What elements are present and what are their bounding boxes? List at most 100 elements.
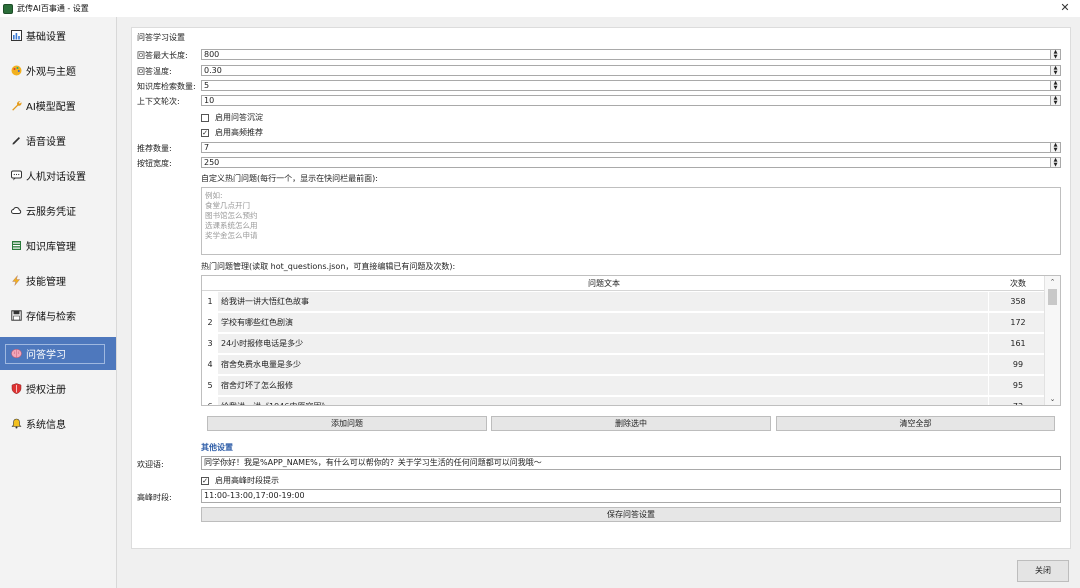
table-row[interactable]: 4 宿舍免费水电量是多少 99 [202,355,1044,375]
count-cell[interactable]: 358 [992,292,1044,312]
kb-count-spinbox[interactable]: 5 ▲ ▼ [201,80,1061,91]
sidebar-item-appearance[interactable]: 外观与主题 [0,54,116,87]
count-cell[interactable]: 161 [992,334,1044,354]
checkbox-box[interactable]: ✓ [201,128,209,137]
hot-manage-label: 热门问题管理(读取 hot_questions.json，可直接编辑已有问题及次… [201,262,456,271]
wrench-icon [10,100,22,112]
window-close-icon[interactable]: ✕ [1058,1,1072,15]
recommend-checkbox[interactable]: ✓ 启用高频推荐 [201,127,263,138]
spin-arrows-icon[interactable]: ▲ ▼ [1050,81,1060,90]
precipitate-checkbox[interactable]: 启用问答沉淀 [201,112,263,123]
app-logo-icon [3,3,13,14]
max-length-label: 回答最大长度: [137,51,188,60]
custom-hot-placeholder: 例如: 食堂几点开门 图书馆怎么预约 选课系统怎么用 奖学金怎么申请 [202,188,1060,244]
sidebar-item-label: 系统信息 [26,420,66,431]
add-question-button[interactable]: 添加问题 [207,416,487,431]
sidebar-item-label: 授权注册 [26,385,66,396]
spin-arrows-icon[interactable]: ▲ ▼ [1050,96,1060,105]
question-cell[interactable]: 宿舍灯坏了怎么报修 [219,376,989,396]
question-cell[interactable]: 给我讲一讲《1946中原突围》 [219,397,989,405]
clear-all-button[interactable]: 清空全部 [776,416,1055,431]
button-width-spinbox[interactable]: 250 ▲ ▼ [201,157,1061,168]
delete-selected-button[interactable]: 删除选中 [491,416,771,431]
kb-count-value: 5 [204,81,210,90]
checkbox-box[interactable] [201,113,209,122]
table-row[interactable]: 1 给我讲一讲大悟红色故事 358 [202,292,1044,312]
count-cell[interactable]: 172 [992,313,1044,333]
spin-arrows-icon[interactable]: ▲ ▼ [1050,50,1060,59]
count-cell[interactable]: 99 [992,355,1044,375]
row-index: 3 [202,334,218,354]
placeholder-line: 例如: [205,191,223,200]
sidebar-item-label: 技能管理 [26,277,66,288]
cloud-icon [10,205,22,217]
checkbox-label: 启用高峰时段提示 [215,476,279,485]
table-row[interactable]: 5 宿舍灯坏了怎么报修 95 [202,376,1044,396]
sidebar-item-storage[interactable]: 存储与检索 [0,299,116,332]
custom-hot-textarea[interactable]: 例如: 食堂几点开门 图书馆怎么预约 选课系统怎么用 奖学金怎么申请 [201,187,1061,255]
spin-arrows-icon[interactable]: ▲ ▼ [1050,158,1060,167]
sidebar-item-label: AI模型配置 [26,102,76,113]
question-cell[interactable]: 宿舍免费水电量是多少 [219,355,989,375]
hot-questions-table[interactable]: 问题文本 次数 1 给我讲一讲大悟红色故事 358 2 学校有哪些红色剧演 17… [201,275,1061,406]
context-rounds-spinbox[interactable]: 10 ▲ ▼ [201,95,1061,106]
kb-count-label: 知识库检索数量: [137,82,196,91]
other-section-title: 其他设置 [201,443,233,452]
save-qa-settings-button[interactable]: 保存问答设置 [201,507,1061,522]
temperature-spinbox[interactable]: 0.30 ▲ ▼ [201,65,1061,76]
scroll-up-icon[interactable]: ⌃ [1045,276,1060,288]
scroll-down-icon[interactable]: ⌄ [1045,393,1060,405]
sidebar-item-license[interactable]: 授权注册 [0,372,116,405]
checkbox-label: 启用高频推荐 [215,128,263,137]
placeholder-line: 奖学金怎么申请 [205,231,258,240]
checkbox-label: 启用问答沉淀 [215,113,263,122]
table-vertical-scrollbar[interactable]: ⌃ ⌄ [1044,276,1060,405]
count-cell[interactable]: 73 [992,397,1044,405]
peak-hint-checkbox[interactable]: ✓ 启用高峰时段提示 [201,475,279,486]
max-length-value: 800 [204,50,220,59]
count-cell[interactable]: 95 [992,376,1044,396]
column-header-question[interactable]: 问题文本 [219,276,989,291]
context-rounds-value: 10 [204,96,215,105]
sidebar-item-ai-model[interactable]: AI模型配置 [0,89,116,122]
row-index: 4 [202,355,218,375]
question-cell[interactable]: 给我讲一讲大悟红色故事 [219,292,989,312]
button-width-value: 250 [204,158,220,167]
sidebar-item-knowledge[interactable]: 知识库管理 [0,229,116,262]
peak-time-input[interactable]: 11:00-13:00,17:00-19:00 [201,489,1061,503]
sidebar-item-basic[interactable]: 基础设置 [0,19,116,52]
sidebar-item-qa-learning[interactable]: 问答学习 [0,337,116,370]
pen-icon [10,135,22,147]
column-header-count[interactable]: 次数 [992,276,1044,291]
sidebar-item-label: 存储与检索 [26,312,76,323]
row-index: 6 [202,397,218,405]
sidebar-item-label: 基础设置 [26,32,66,43]
sidebar-item-cloud[interactable]: 云服务凭证 [0,194,116,227]
question-cell[interactable]: 24小时报修电话是多少 [219,334,989,354]
bell-icon [10,418,22,430]
sidebar-item-dialog[interactable]: 人机对话设置 [0,159,116,192]
recommend-count-spinbox[interactable]: 7 ▲ ▼ [201,142,1061,153]
recommend-count-label: 推荐数量: [137,144,172,153]
table-row[interactable]: 3 24小时报修电话是多少 161 [202,334,1044,354]
table-row[interactable]: 6 给我讲一讲《1946中原突围》 73 [202,397,1044,405]
scrollbar-thumb[interactable] [1048,289,1057,305]
max-length-spinbox[interactable]: 800 ▲ ▼ [201,49,1061,60]
sidebar-item-label: 语音设置 [26,137,66,148]
sidebar-item-label: 知识库管理 [26,242,76,253]
bar-chart-icon [10,30,22,42]
question-cell[interactable]: 学校有哪些红色剧演 [219,313,989,333]
close-button[interactable]: 关闭 [1017,560,1069,582]
checkbox-box[interactable]: ✓ [201,476,209,485]
sidebar-item-voice[interactable]: 语音设置 [0,124,116,157]
sidebar-item-skills[interactable]: 技能管理 [0,264,116,297]
spin-arrows-icon[interactable]: ▲ ▼ [1050,143,1060,152]
book-icon [10,240,22,252]
placeholder-line: 图书馆怎么预约 [205,211,258,220]
lightning-icon [10,275,22,287]
welcome-input[interactable]: 同学你好！我是%APP_NAME%，有什么可以帮你的？关于学习生活的任何问题都可… [201,456,1061,470]
spin-arrows-icon[interactable]: ▲ ▼ [1050,66,1060,75]
sidebar-item-label: 人机对话设置 [26,172,86,183]
table-row[interactable]: 2 学校有哪些红色剧演 172 [202,313,1044,333]
sidebar-item-system-info[interactable]: 系统信息 [0,407,116,440]
